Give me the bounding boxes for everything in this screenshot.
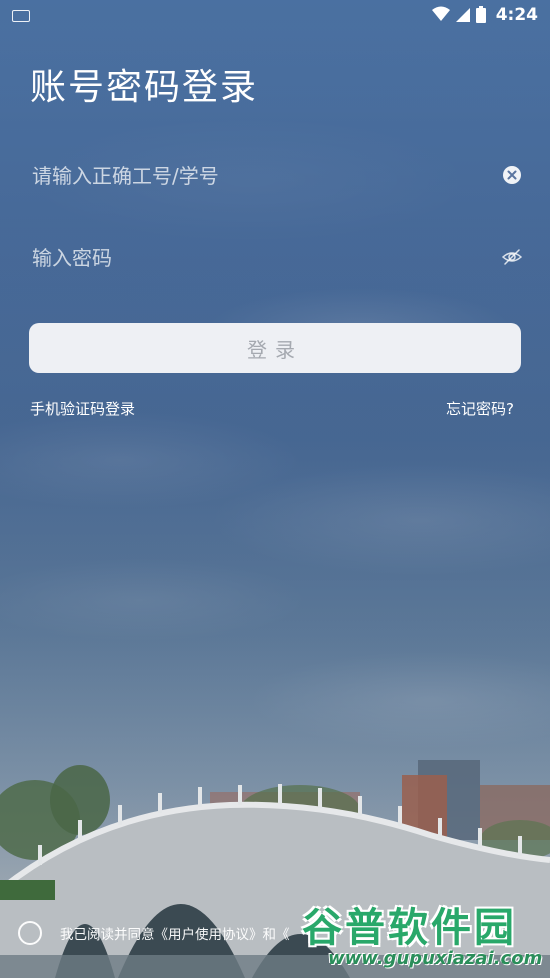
keyboard-icon	[12, 10, 30, 22]
password-input[interactable]	[30, 227, 484, 289]
agreement-text[interactable]: 我已阅读并同意《用户使用协议》和《	[60, 923, 290, 943]
wifi-icon	[432, 6, 450, 21]
status-bar: 4:24	[0, 0, 550, 30]
watermark-url: www.gupuxiazai.com	[328, 948, 543, 969]
forgot-password-link[interactable]: 忘记密码?	[446, 398, 514, 419]
eye-off-icon[interactable]	[502, 247, 522, 267]
agree-radio[interactable]	[18, 921, 42, 945]
watermark-title: 谷普软件园	[302, 905, 517, 951]
login-button[interactable]: 登录	[29, 323, 521, 373]
account-field	[30, 145, 522, 207]
battery-icon	[476, 5, 486, 23]
sms-login-link[interactable]: 手机验证码登录	[30, 398, 135, 419]
page-title: 账号密码登录	[30, 67, 259, 108]
status-icons	[432, 5, 486, 23]
account-input[interactable]	[30, 145, 484, 207]
password-field	[30, 227, 522, 289]
signal-icon	[456, 8, 470, 22]
clear-icon[interactable]	[502, 165, 522, 185]
status-time: 4:24	[495, 5, 538, 25]
agreement-row: 我已阅读并同意《用户使用协议》和《	[18, 920, 290, 946]
watermark: 谷普软件园 www.gupuxiazai.com	[302, 893, 548, 975]
